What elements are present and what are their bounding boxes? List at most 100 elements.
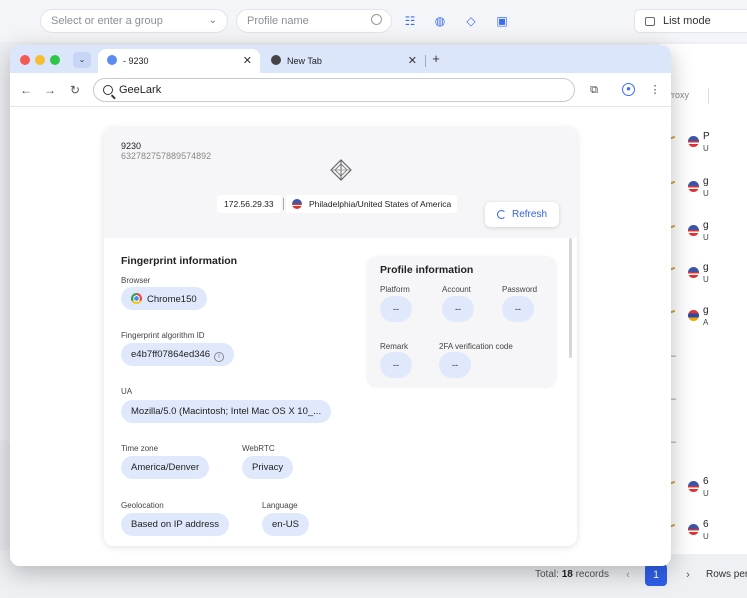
- fingerprint-title: Fingerprint information: [121, 255, 238, 267]
- table-row[interactable]: 6 U: [667, 519, 747, 545]
- refresh-icon: [497, 210, 506, 219]
- tab-new-tab[interactable]: New Tab ✕: [262, 49, 425, 73]
- extension-icon[interactable]: ⧉: [586, 82, 602, 98]
- close-window-button[interactable]: [20, 55, 30, 65]
- chevron-down-icon: ⌄: [208, 15, 217, 26]
- row-proxy-text: P: [703, 131, 710, 142]
- table-row[interactable]: g A: [667, 305, 747, 331]
- remark-label: Remark: [380, 342, 409, 351]
- filter-icon[interactable]: ☷: [400, 11, 420, 31]
- row-proxy-text: 6: [703, 519, 709, 530]
- list-mode-label: List mode: [663, 15, 711, 27]
- total-prefix: Total:: [535, 569, 559, 580]
- export-icon[interactable]: ▣: [492, 11, 512, 31]
- reload-icon[interactable]: ↻: [66, 81, 84, 99]
- platform-label: Platform: [380, 285, 410, 294]
- armenia-flag-icon: [688, 310, 699, 321]
- tab-bar: ⌄ - 9230 ✕ New Tab ✕ +: [10, 45, 671, 73]
- row-proxy-subtext: U: [703, 144, 709, 153]
- geelark-logo-icon: [330, 159, 352, 181]
- algorithm-id-text: e4b7ff07864ed346: [131, 349, 211, 360]
- tab-title: - 9230: [123, 56, 149, 66]
- language-label: Language: [262, 501, 298, 510]
- account-value: --: [442, 296, 474, 322]
- column-divider: [708, 88, 709, 104]
- timezone-value: America/Denver: [121, 456, 210, 479]
- card-scrollbar[interactable]: [569, 238, 572, 358]
- row-proxy-text: g: [703, 220, 709, 231]
- table-row[interactable]: g U: [667, 220, 747, 246]
- tab-profile[interactable]: - 9230 ✕: [98, 49, 260, 73]
- address-bar[interactable]: GeeLark: [93, 78, 575, 102]
- minimize-window-button[interactable]: [35, 55, 45, 65]
- table-row[interactable]: g U: [667, 262, 747, 288]
- refresh-label: Refresh: [512, 209, 548, 220]
- new-tab-button[interactable]: +: [428, 51, 444, 67]
- geolocation-value: Based on IP address: [121, 513, 230, 536]
- row-proxy-subtext: U: [703, 189, 709, 198]
- row-proxy-subtext: U: [703, 532, 709, 541]
- browser-label: Browser: [121, 276, 151, 285]
- browser-toolbar: ← → ↻ GeeLark ⧉ ● ⋮: [10, 73, 671, 107]
- more-menu-icon[interactable]: ⋮: [647, 82, 663, 98]
- tag-icon[interactable]: ◇: [461, 11, 481, 31]
- rows-per-page-label[interactable]: Rows per: [706, 569, 747, 580]
- tab-title: New Tab: [287, 56, 322, 66]
- refresh-button[interactable]: Refresh: [485, 202, 559, 227]
- ip-location: Philadelphia/United States of America: [286, 195, 458, 213]
- total-suffix: records: [575, 569, 609, 580]
- row-proxy-subtext: U: [703, 275, 709, 284]
- password-label: Password: [502, 285, 538, 294]
- remark-value: --: [380, 352, 412, 378]
- prev-page-button[interactable]: ‹: [617, 564, 639, 586]
- next-page-button[interactable]: ›: [677, 564, 699, 586]
- browser-window: ⌄ - 9230 ✕ New Tab ✕ + ← → ↻ GeeLark ⧉ ●…: [10, 45, 671, 566]
- account-label: Account: [442, 285, 471, 294]
- group-select[interactable]: Select or enter a group ⌄: [40, 9, 228, 33]
- back-arrow-icon[interactable]: ←: [17, 81, 35, 99]
- ua-label: UA: [121, 387, 133, 396]
- table-row[interactable]: 6 U: [667, 476, 747, 502]
- location-text: Philadelphia/United States of America: [309, 199, 452, 209]
- twofa-label: 2FA verification code: [439, 342, 513, 351]
- info-icon[interactable]: i: [214, 352, 225, 362]
- profile-card-header: 9230 632782757889574892 172.56.29.33 Phi…: [104, 128, 577, 238]
- us-flag-icon: [688, 481, 699, 492]
- chrome-icon: [131, 293, 142, 304]
- geelark-favicon-icon: [107, 55, 117, 65]
- group-select-placeholder: Select or enter a group: [51, 15, 163, 27]
- profile-info-title: Profile information: [380, 264, 474, 276]
- table-row[interactable]: g U: [667, 176, 747, 202]
- mouse-icon[interactable]: ◍: [430, 11, 450, 31]
- us-flag-icon: [688, 181, 699, 192]
- algorithm-id-value: e4b7ff07864ed346 i: [121, 343, 235, 366]
- profile-id: 632782757889574892: [121, 151, 212, 161]
- us-flag-icon: [688, 225, 699, 236]
- profile-avatar-icon[interactable]: ●: [622, 83, 635, 96]
- close-tab-icon[interactable]: ✕: [243, 54, 252, 67]
- search-icon: [103, 85, 113, 95]
- row-proxy-text: 6: [703, 476, 709, 487]
- profile-search-input[interactable]: Profile name: [236, 9, 392, 33]
- ip-divider: [283, 198, 284, 210]
- algorithm-id-label: Fingerprint algorithm ID: [121, 331, 205, 340]
- row-proxy-subtext: A: [703, 318, 709, 327]
- twofa-value: --: [439, 352, 471, 378]
- row-proxy-subtext: U: [703, 489, 709, 498]
- us-flag-icon: [688, 136, 699, 147]
- sidebar-edge: [0, 440, 10, 550]
- profile-info-panel: Profile information Platform -- Account …: [367, 256, 556, 386]
- page-number-button[interactable]: 1: [645, 564, 667, 586]
- browser-value: Chrome150: [121, 287, 207, 310]
- globe-icon: [271, 55, 281, 65]
- maximize-window-button[interactable]: [50, 55, 60, 65]
- ua-value: Mozilla/5.0 (Macintosh; Intel Mac OS X 1…: [121, 400, 332, 423]
- table-row[interactable]: P U: [667, 131, 747, 157]
- list-mode-select[interactable]: List mode: [634, 9, 747, 33]
- tab-search-chevron-icon[interactable]: ⌄: [73, 52, 91, 68]
- profile-name: 9230: [121, 141, 142, 151]
- close-tab-icon[interactable]: ✕: [408, 54, 417, 67]
- row-proxy-text: g: [703, 176, 709, 187]
- forward-arrow-icon[interactable]: →: [41, 81, 59, 99]
- ip-address: 172.56.29.33: [217, 195, 281, 213]
